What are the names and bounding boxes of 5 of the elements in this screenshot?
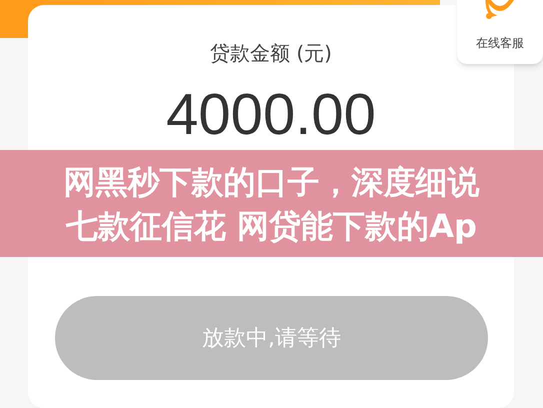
caption-line: 网黑秒下款的口子，深度细说	[64, 162, 480, 202]
amount-label: 贷款金额 (元)	[210, 40, 332, 67]
loan-amount: 4000.00	[166, 82, 376, 148]
caption-line: 七款征信花 网贷能下款的Ap	[66, 206, 477, 246]
customer-service-button[interactable]: 在线客服	[457, 0, 543, 64]
